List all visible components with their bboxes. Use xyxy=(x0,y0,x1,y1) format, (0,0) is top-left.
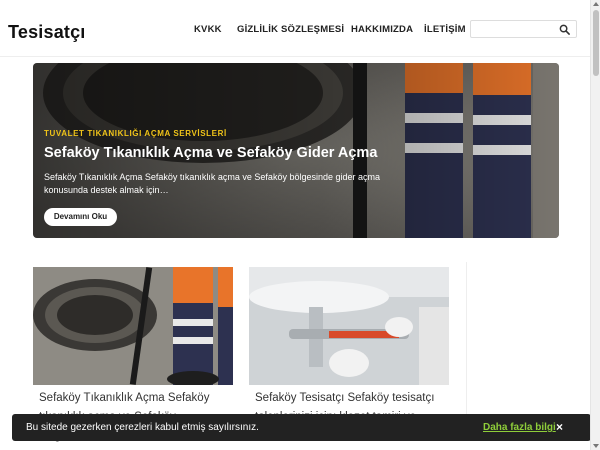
cookie-bar: Bu sitede gezerken çerezleri kabul etmiş… xyxy=(12,414,591,441)
nav-about[interactable]: HAKKIMIZDA xyxy=(351,24,413,35)
close-icon[interactable]: × xyxy=(556,420,563,434)
search-input[interactable] xyxy=(474,22,556,36)
nav-privacy[interactable]: GİZLİLİK SÖZLEŞMESİ xyxy=(237,24,344,35)
cookie-text: Bu sitede gezerken çerezleri kabul etmiş… xyxy=(26,422,259,433)
nav-kvkk[interactable]: KVKK xyxy=(194,24,222,35)
search-icon[interactable] xyxy=(559,24,570,35)
hero-category[interactable]: TUVALET TIKANIKLIĞI AÇMA SERVİSLERİ xyxy=(44,129,227,138)
scroll-up-icon[interactable] xyxy=(593,2,599,6)
scroll-down-icon[interactable] xyxy=(593,444,599,448)
search-box xyxy=(470,20,577,38)
hero-title[interactable]: Sefaköy Tıkanıklık Açma ve Sefaköy Gider… xyxy=(44,145,377,161)
nav-contact[interactable]: İLETİŞİM xyxy=(424,24,466,35)
scroll-thumb[interactable] xyxy=(593,10,599,76)
site-header: Tesisatçı KVKK GİZLİLİK SÖZLEŞMESİ HAKKI… xyxy=(0,0,590,57)
site-logo[interactable]: Tesisatçı xyxy=(8,22,86,43)
scrollbar[interactable] xyxy=(590,0,600,450)
hero-excerpt: Sefaköy Tıkanıklık Açma Sefaköy tıkanıkl… xyxy=(44,172,381,195)
read-more-button[interactable]: Devamını Oku xyxy=(44,208,117,226)
post-card-image[interactable] xyxy=(249,267,449,385)
column-divider xyxy=(466,262,467,422)
cookie-more-link[interactable]: Daha fazla bilgi xyxy=(483,422,556,433)
post-card-image[interactable] xyxy=(33,267,233,385)
hero-post[interactable]: TUVALET TIKANIKLIĞI AÇMA SERVİSLERİ Sefa… xyxy=(33,63,559,238)
